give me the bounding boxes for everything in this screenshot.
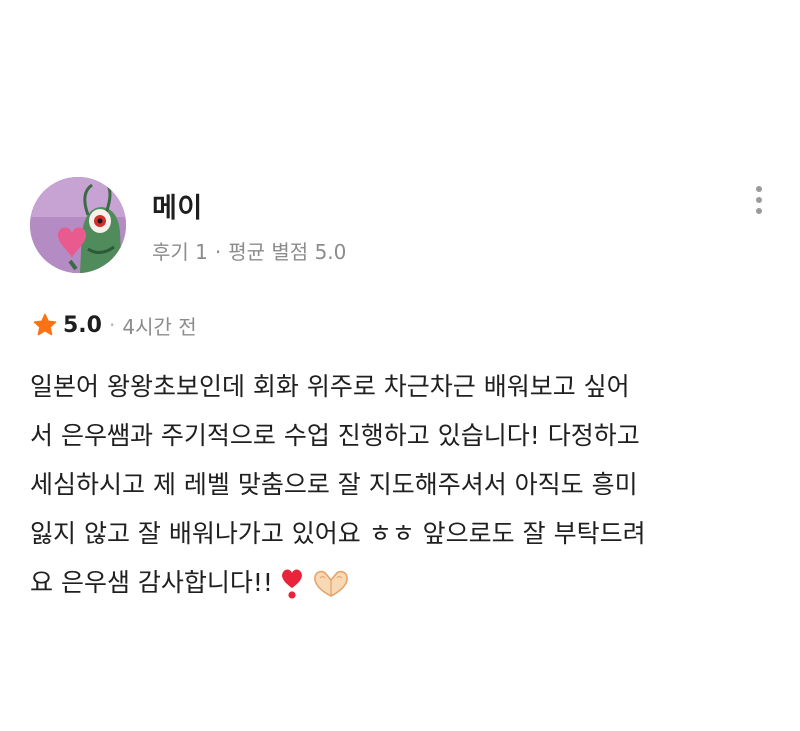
review-time: 4시간 전: [122, 314, 197, 339]
review-card: 메이 후기 1 · 평균 별점 5.0 5.0 · 4시간 전 일본어 왕왕초보인데…: [0, 0, 800, 731]
reviewer-avatar[interactable]: [30, 177, 126, 273]
meta-separator: ·: [214, 240, 222, 264]
more-menu-button[interactable]: [744, 178, 774, 222]
more-vertical-icon-dot: [756, 197, 762, 203]
heart-hands-emoji: [311, 569, 351, 599]
more-vertical-icon-dot: [756, 208, 762, 214]
review-count: 후기 1: [152, 240, 208, 264]
more-vertical-icon-dot: [756, 186, 762, 192]
reviewer-meta: 후기 1 · 평균 별점 5.0: [152, 236, 346, 265]
rating-separator: ·: [108, 313, 116, 337]
star-icon: [33, 313, 57, 336]
review-text-line: 잃지 않고 잘 배워나가고 있어요 ㅎㅎ 앞으로도 잘 부탁드려: [30, 519, 646, 548]
rating-row: 5.0 · 4시간 전: [32, 310, 197, 340]
reviewer-name[interactable]: 메이: [152, 186, 203, 225]
review-text-line: 세심하시고 제 레벨 맞춤으로 잘 지도해주셔서 아직도 흥미: [30, 470, 638, 499]
average-rating: 평균 별점 5.0: [228, 240, 347, 264]
review-text-line: 요 은우샘 감사합니다!!: [30, 568, 273, 597]
review-text-line-last: 요 은우샘 감사합니다!!: [30, 558, 772, 607]
plankton-avatar-image: [30, 177, 126, 273]
heart-exclamation-emoji: [279, 568, 305, 600]
rating-value: 5.0: [63, 312, 102, 338]
review-text: 일본어 왕왕초보인데 회화 위주로 차근차근 배워보고 싶어 서 은우쌤과 주기…: [30, 362, 772, 607]
review-text-line: 서 은우쌤과 주기적으로 수업 진행하고 있습니다! 다정하고: [30, 421, 640, 450]
review-text-line: 일본어 왕왕초보인데 회화 위주로 차근차근 배워보고 싶어: [30, 372, 630, 401]
